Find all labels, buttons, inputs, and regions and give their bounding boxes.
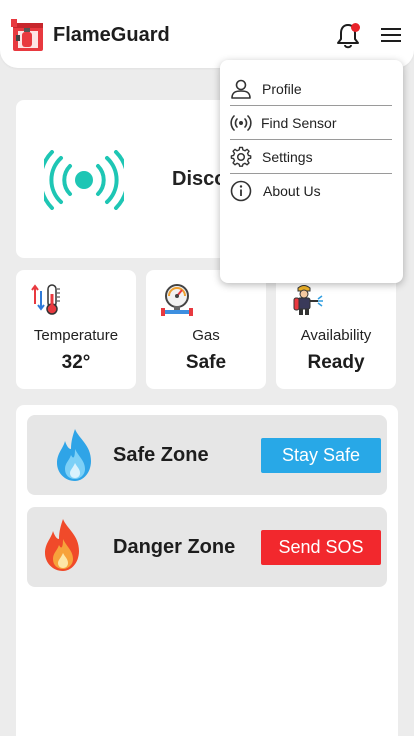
menu-label-profile: Profile — [262, 81, 302, 97]
safe-zone-title: Safe Zone — [113, 444, 209, 466]
menu-item-settings[interactable]: Settings — [230, 140, 392, 174]
thermometer-icon — [31, 284, 60, 315]
menu-label-about-us: About Us — [263, 183, 321, 199]
temperature-value: 32° — [61, 352, 91, 373]
safe-zone-row: Safe Zone Stay Safe — [27, 415, 387, 495]
notification-badge — [351, 23, 360, 32]
menu-item-profile[interactable]: Profile — [230, 72, 392, 106]
app-header: FlameGuard — [0, 0, 414, 68]
menu-label-find-sensor: Find Sensor — [261, 115, 337, 131]
firefighter-icon — [293, 285, 323, 315]
danger-zone-row: Danger Zone Send SOS — [27, 507, 387, 587]
availability-label: Availability — [300, 327, 372, 344]
availability-card: Availability Ready — [276, 270, 396, 389]
gear-icon — [230, 146, 252, 167]
menu-label-settings: Settings — [262, 149, 313, 165]
user-icon — [231, 79, 251, 99]
zones-card: Safe Zone Stay Safe Danger Zone Send SOS — [16, 405, 398, 736]
connection-status-text: Disco — [172, 168, 227, 190]
info-icon — [230, 180, 252, 202]
danger-zone-title: Danger Zone — [113, 536, 236, 558]
fire-extinguisher-cabinet-icon — [11, 19, 43, 51]
gas-value: Safe — [185, 352, 227, 373]
dropdown-menu: Profile Find Sensor Settings About Us — [220, 60, 403, 283]
gas-gauge-icon — [161, 284, 193, 316]
broadcast-signal-icon — [44, 150, 124, 210]
menu-item-find-sensor[interactable]: Find Sensor — [230, 106, 392, 140]
stay-safe-button[interactable]: Stay Safe — [261, 438, 381, 473]
red-flame-icon — [45, 519, 79, 571]
gas-card: Gas Safe — [146, 270, 266, 389]
availability-value: Ready — [307, 352, 365, 373]
signal-icon — [230, 115, 252, 131]
hamburger-menu-icon[interactable] — [380, 26, 402, 44]
app-title: FlameGuard — [53, 24, 170, 46]
menu-item-about-us[interactable]: About Us — [230, 174, 392, 208]
temperature-label: Temperature — [33, 327, 119, 344]
temperature-card: Temperature 32° — [16, 270, 136, 389]
gas-label: Gas — [192, 327, 220, 344]
blue-flame-icon — [57, 429, 91, 481]
send-sos-button[interactable]: Send SOS — [261, 530, 381, 565]
